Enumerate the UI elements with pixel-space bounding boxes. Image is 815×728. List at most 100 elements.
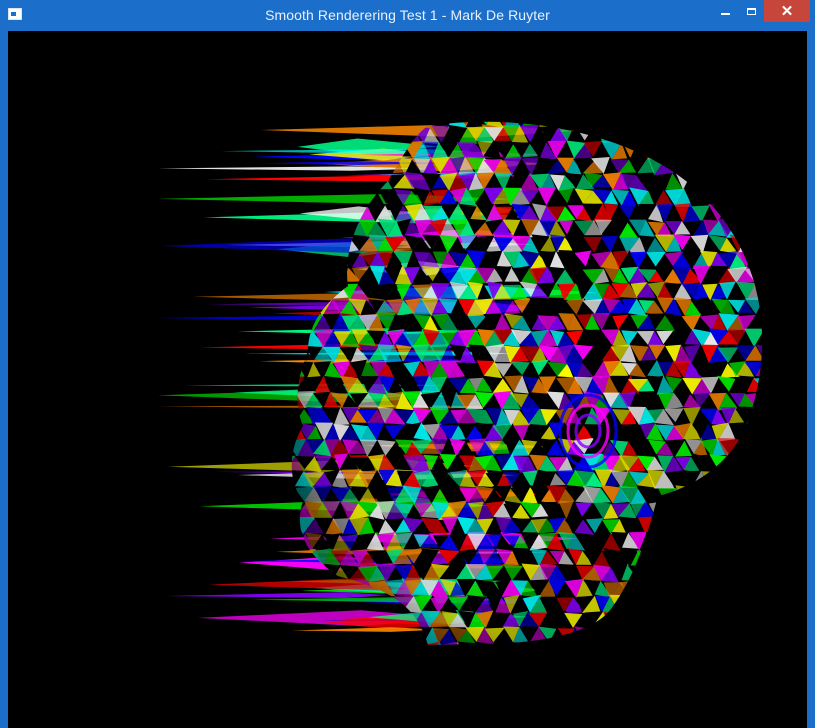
mesh-triangle xyxy=(792,657,807,674)
mesh-triangle xyxy=(774,595,791,613)
mesh-triangle xyxy=(655,657,675,674)
mesh-triangle xyxy=(439,659,458,675)
mesh-triangle xyxy=(611,658,629,673)
mesh-triangle xyxy=(753,206,763,221)
mesh-triangle xyxy=(753,156,763,174)
mesh-triangle xyxy=(629,579,649,595)
mesh-triangle xyxy=(709,485,729,501)
mesh-triangle xyxy=(790,596,807,613)
mesh-triangle xyxy=(700,610,719,630)
mesh-triangle xyxy=(333,659,352,677)
mesh-triangle xyxy=(646,595,666,613)
mesh-triangle xyxy=(745,453,763,470)
mesh-triangle xyxy=(657,626,675,645)
mesh-triangle xyxy=(639,565,658,582)
mesh-triangle xyxy=(763,579,782,597)
mesh-triangle xyxy=(304,658,323,675)
mesh-triangle xyxy=(291,644,307,645)
mesh-triangle xyxy=(765,658,783,676)
mesh-triangle xyxy=(773,517,791,536)
mesh-triangle xyxy=(727,641,748,645)
mesh-triangle xyxy=(529,121,549,127)
mesh-triangle xyxy=(782,190,800,205)
mesh-triangle xyxy=(737,548,755,567)
mesh-triangle xyxy=(746,579,763,599)
mesh-triangle xyxy=(791,532,807,550)
mesh-triangle xyxy=(395,658,411,673)
mesh-triangle xyxy=(772,236,789,254)
mesh-triangle xyxy=(306,642,322,645)
mesh-triangle xyxy=(773,394,791,409)
spike-artifact xyxy=(166,592,388,599)
mesh-triangle xyxy=(756,140,763,160)
mesh-triangle xyxy=(789,235,807,253)
mesh-triangle xyxy=(802,564,807,582)
maximize-button[interactable] xyxy=(738,0,764,22)
mesh-triangle xyxy=(744,486,763,501)
mesh-triangle xyxy=(736,439,756,458)
mesh-triangle xyxy=(708,190,730,207)
mesh-triangle xyxy=(747,221,763,239)
close-button[interactable]: ✕ xyxy=(764,0,810,22)
mesh-triangle xyxy=(793,582,807,598)
mesh-triangle xyxy=(727,517,746,533)
mesh-triangle xyxy=(664,625,684,644)
mesh-triangle xyxy=(753,501,763,517)
mesh-triangle xyxy=(358,660,377,675)
mesh-triangle xyxy=(765,628,781,646)
mesh-triangle xyxy=(630,612,649,629)
minimize-button[interactable] xyxy=(712,0,738,22)
mesh-triangle xyxy=(792,377,807,392)
mesh-triangle xyxy=(664,644,684,645)
mesh-triangle xyxy=(291,250,306,267)
mesh-triangle xyxy=(314,121,334,127)
mesh-triangle xyxy=(339,121,360,127)
mesh-triangle xyxy=(773,112,789,127)
mesh-triangle xyxy=(291,595,307,612)
mesh-triangle xyxy=(357,594,378,611)
mesh-triangle xyxy=(717,581,738,597)
mesh-triangle xyxy=(782,393,800,409)
mesh-triangle xyxy=(305,121,325,128)
mesh-triangle xyxy=(726,610,747,629)
mesh-triangle xyxy=(799,220,807,235)
mesh-triangle xyxy=(747,422,763,441)
title-bar[interactable]: Smooth Renderering Test 1 - Mark De Ruyt… xyxy=(0,0,815,30)
mesh-triangle xyxy=(764,423,783,439)
mesh-triangle xyxy=(762,536,783,551)
mesh-triangle xyxy=(762,642,784,660)
mesh-triangle xyxy=(306,174,325,190)
mesh-triangle xyxy=(718,519,739,535)
mesh-triangle xyxy=(621,126,637,144)
mesh-triangle xyxy=(746,173,763,191)
mesh-triangle xyxy=(717,470,739,486)
mesh-triangle xyxy=(736,121,756,129)
mesh-triangle xyxy=(754,250,763,270)
mesh-triangle xyxy=(291,533,306,551)
mesh-triangle xyxy=(746,517,763,533)
mesh-triangle xyxy=(793,470,807,486)
mesh-triangle xyxy=(801,377,807,394)
mesh-triangle xyxy=(756,470,763,486)
mesh-triangle xyxy=(297,642,316,645)
mesh-triangle xyxy=(745,612,763,629)
mesh-triangle xyxy=(647,580,665,598)
mesh-triangle xyxy=(800,504,807,520)
mesh-triangle xyxy=(291,362,298,377)
mesh-triangle xyxy=(717,188,739,205)
mesh-triangle xyxy=(514,659,532,673)
mesh-triangle xyxy=(774,144,790,160)
mesh-triangle xyxy=(359,121,377,126)
mesh-triangle xyxy=(772,642,791,660)
mesh-triangle xyxy=(645,532,665,551)
mesh-triangle xyxy=(316,658,332,675)
render-viewport[interactable] xyxy=(8,31,807,728)
mesh-triangle xyxy=(763,175,781,189)
mesh-triangle xyxy=(790,188,807,205)
mesh-triangle xyxy=(801,439,807,457)
mesh-triangle xyxy=(736,641,757,645)
mesh-triangle xyxy=(700,581,718,597)
mesh-triangle xyxy=(323,643,342,645)
mesh-triangle xyxy=(291,642,296,645)
mesh-triangle xyxy=(448,657,466,675)
